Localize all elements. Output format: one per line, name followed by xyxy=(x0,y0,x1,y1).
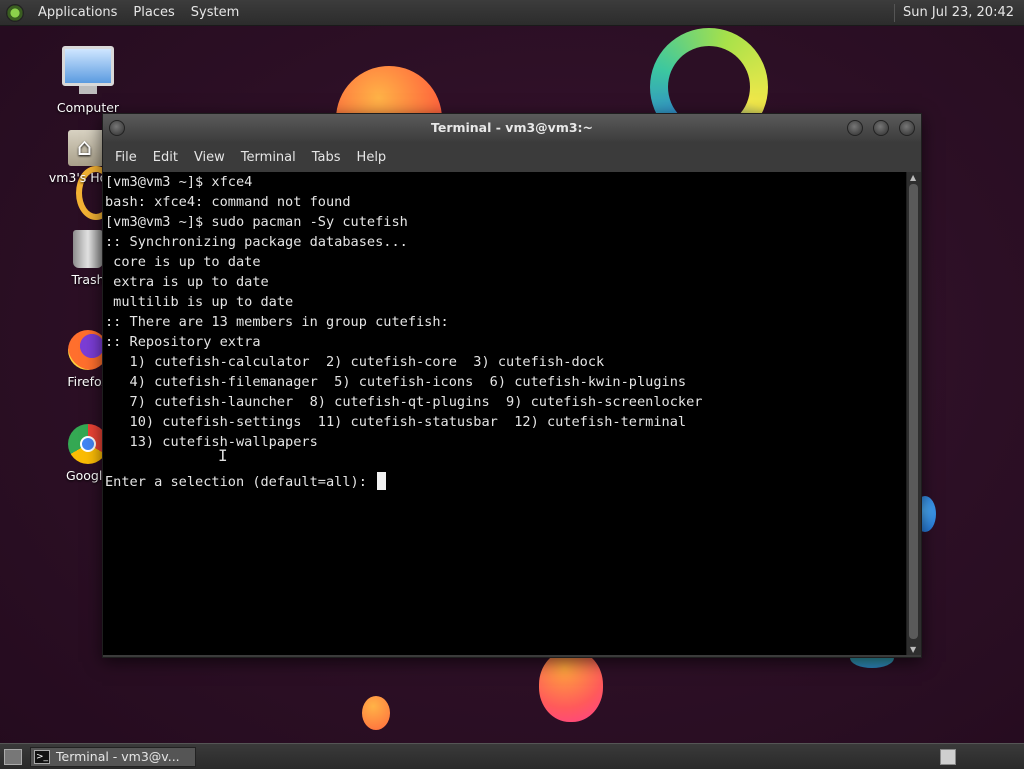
terminal-line: core is up to date xyxy=(105,254,261,270)
terminal-line: :: Repository extra xyxy=(105,334,261,350)
taskbar-item-terminal[interactable]: >_ Terminal - vm3@v... xyxy=(30,746,196,767)
menu-view[interactable]: View xyxy=(186,150,233,165)
terminal-line: extra is up to date xyxy=(105,274,269,290)
window-title: Terminal - vm3@vm3:~ xyxy=(430,120,594,135)
terminal-line: 7) cutefish-launcher 8) cutefish-qt-plug… xyxy=(105,394,703,410)
window-menu-icon[interactable] xyxy=(109,120,125,136)
menu-file[interactable]: File xyxy=(107,150,145,165)
scroll-up-icon[interactable]: ▲ xyxy=(910,173,916,182)
applications-menu[interactable]: Applications xyxy=(30,0,125,25)
trash-icon xyxy=(73,230,103,268)
menu-bar: File Edit View Terminal Tabs Help xyxy=(103,142,921,172)
scroll-thumb[interactable] xyxy=(909,184,918,639)
taskbar-item-label: Terminal - vm3@v... xyxy=(56,749,180,764)
menu-tabs[interactable]: Tabs xyxy=(304,150,349,165)
terminal-line: bash: xfce4: command not found xyxy=(105,194,351,210)
show-desktop-icon[interactable] xyxy=(4,748,22,765)
terminal-prompt: Enter a selection (default=all): xyxy=(105,474,376,490)
terminal-line: :: There are 13 members in group cutefis… xyxy=(105,314,449,330)
clock[interactable]: Sun Jul 23, 20:42 xyxy=(894,3,1022,22)
terminal-scrollbar[interactable]: ▲ ▼ xyxy=(906,172,921,655)
terminal-prompt-line[interactable]: Enter a selection (default=all): xyxy=(103,472,907,492)
terminal-window[interactable]: Terminal - vm3@vm3:~ File Edit View Term… xyxy=(102,113,922,658)
terminal-line: 1) cutefish-calculator 2) cutefish-core … xyxy=(105,354,605,370)
menu-terminal[interactable]: Terminal xyxy=(233,150,304,165)
terminal-line: multilib is up to date xyxy=(105,294,294,310)
terminal-line: 4) cutefish-filemanager 5) cutefish-icon… xyxy=(105,374,687,390)
terminal-output[interactable]: [vm3@vm3 ~]$ xfce4 bash: xfce4: command … xyxy=(103,172,907,655)
workspace-switcher[interactable] xyxy=(940,748,956,765)
computer-icon xyxy=(62,46,114,94)
wallpaper-small-blob xyxy=(362,696,390,730)
system-menu[interactable]: System xyxy=(183,0,247,25)
terminal-line: [vm3@vm3 ~]$ sudo pacman -Sy cutefish xyxy=(105,214,408,230)
terminal-icon: >_ xyxy=(34,749,50,764)
ibeam-cursor-icon: I xyxy=(218,446,228,465)
terminal-line: 10) cutefish-settings 11) cutefish-statu… xyxy=(105,414,687,430)
window-titlebar[interactable]: Terminal - vm3@vm3:~ xyxy=(103,114,921,142)
text-cursor xyxy=(377,472,387,490)
desktop-icon-computer[interactable]: Computer xyxy=(48,46,128,115)
terminal-line: :: Synchronizing package databases... xyxy=(105,234,408,250)
menu-edit[interactable]: Edit xyxy=(145,150,186,165)
close-button[interactable] xyxy=(899,120,915,136)
top-panel: Applications Places System Sun Jul 23, 2… xyxy=(0,0,1024,26)
wallpaper-orange-blob-bottom xyxy=(539,650,603,722)
terminal-line: [vm3@vm3 ~]$ xfce4 xyxy=(105,174,253,190)
places-menu[interactable]: Places xyxy=(125,0,182,25)
scroll-down-icon[interactable]: ▼ xyxy=(910,645,916,654)
menu-help[interactable]: Help xyxy=(349,150,395,165)
menu-logo-icon[interactable] xyxy=(6,3,24,22)
maximize-button[interactable] xyxy=(873,120,889,136)
minimize-button[interactable] xyxy=(847,120,863,136)
bottom-panel: >_ Terminal - vm3@v... xyxy=(0,743,1024,769)
